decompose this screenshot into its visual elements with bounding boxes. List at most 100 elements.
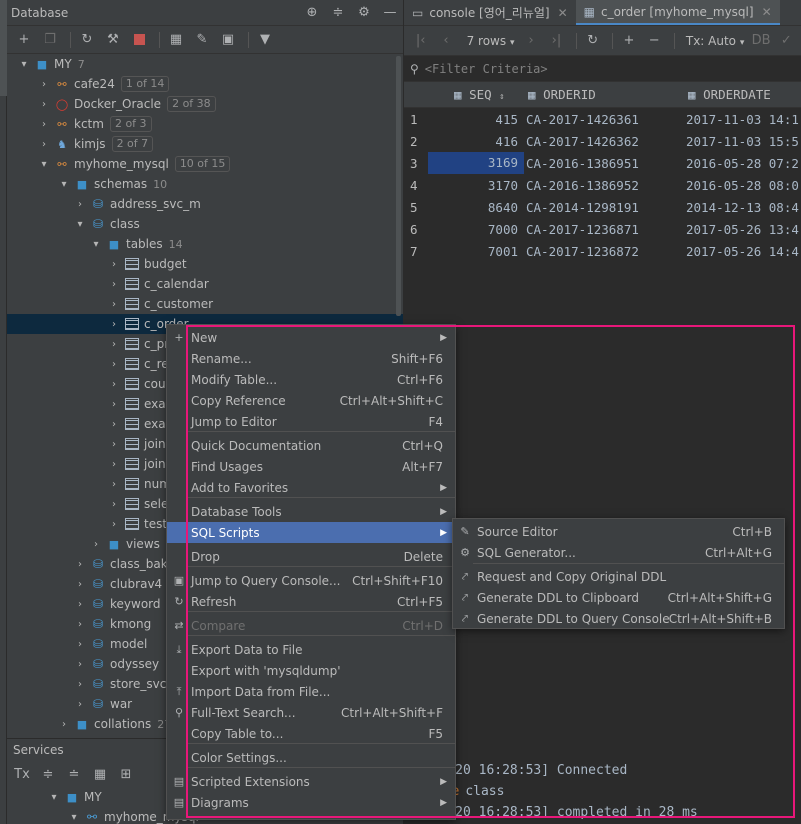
- menu-item-copy-reference[interactable]: Copy Reference Ctrl+Alt+Shift+C: [167, 390, 455, 411]
- tree-item-myhome-mysql[interactable]: ▾ ⚯ myhome_mysql 10 of 15: [7, 154, 403, 174]
- chevron-down-icon[interactable]: ▾: [73, 219, 87, 230]
- menu-item-rename[interactable]: Rename... Shift+F6: [167, 348, 455, 369]
- chevron-right-icon[interactable]: ›: [107, 419, 121, 430]
- tool-window-strip[interactable]: [0, 0, 7, 824]
- menu-item-copy-table-to[interactable]: Copy Table to... F5: [167, 723, 455, 744]
- copy-icon[interactable]: ❐: [39, 29, 61, 51]
- menu-item-export-with-mysqldump[interactable]: Export with 'mysqldump': [167, 660, 455, 681]
- tree-item-c-customer[interactable]: › c_customer: [7, 294, 403, 314]
- chevron-right-icon[interactable]: ›: [107, 319, 121, 330]
- menu-item-compare[interactable]: ⇄ Compare Ctrl+D: [167, 615, 455, 636]
- tree-item-class[interactable]: ▾ ⛁ class: [7, 214, 403, 234]
- table-cell[interactable]: 2016-05-28 07:2: [684, 156, 801, 171]
- table-row[interactable]: 1 415 CA-2017-1426361 2017-11-03 14:1: [404, 108, 801, 130]
- table-cell[interactable]: 2016-05-28 08:0: [684, 178, 801, 193]
- table-cell[interactable]: 416: [428, 134, 524, 149]
- close-icon[interactable]: ✕: [558, 6, 568, 20]
- tree-item-docker-oracle[interactable]: › ◯ Docker_Oracle 2 of 38: [7, 94, 403, 114]
- database-tool-tab[interactable]: [0, 0, 7, 96]
- tree-item-address-svc-m[interactable]: › ⛁ address_svc_m: [7, 194, 403, 214]
- table-cell[interactable]: 2017-05-26 13:4: [684, 222, 801, 237]
- tree-item-c-calendar[interactable]: › c_calendar: [7, 274, 403, 294]
- table-cell[interactable]: CA-2017-1426362: [524, 134, 684, 149]
- tree-item-kimjs[interactable]: › ♞ kimjs 2 of 7: [7, 134, 403, 154]
- tree-item-cafe24[interactable]: › ⚯ cafe24 1 of 14: [7, 74, 403, 94]
- table-row[interactable]: 2 416 CA-2017-1426362 2017-11-03 15:5: [404, 130, 801, 152]
- add-row-icon[interactable]: +: [618, 30, 639, 52]
- menu-item-find-usages[interactable]: Find Usages Alt+F7: [167, 456, 455, 477]
- filter-input[interactable]: <Filter Criteria>: [425, 62, 548, 76]
- menu-item-scripted-extensions[interactable]: ▤ Scripted Extensions ▶: [167, 771, 455, 792]
- expand-all-icon[interactable]: ≑: [37, 763, 59, 785]
- chevron-right-icon[interactable]: ›: [107, 259, 121, 270]
- table-editor-icon[interactable]: ▦: [165, 29, 187, 51]
- chevron-right-icon[interactable]: ›: [107, 379, 121, 390]
- table-cell[interactable]: CA-2016-1386952: [524, 178, 684, 193]
- table-row[interactable]: 4 3170 CA-2016-1386952 2016-05-28 08:0: [404, 174, 801, 196]
- table-cell[interactable]: 7000: [428, 222, 524, 237]
- menu-item-refresh[interactable]: ↻ Refresh Ctrl+F5: [167, 591, 455, 612]
- menu-item-full-text-search[interactable]: ⚲ Full-Text Search... Ctrl+Alt+Shift+F: [167, 702, 455, 723]
- chevron-down-icon[interactable]: ▾: [37, 159, 51, 170]
- tree-scrollbar[interactable]: [396, 56, 401, 316]
- table-cell[interactable]: CA-2017-1236871: [524, 222, 684, 237]
- gear-icon[interactable]: ⚙: [351, 5, 377, 20]
- menu-item-export-data-to-file[interactable]: ⤓ Export Data to File: [167, 639, 455, 660]
- menu-item-jump-to-query-console[interactable]: ▣ Jump to Query Console... Ctrl+Shift+F10: [167, 570, 455, 591]
- chevron-right-icon[interactable]: ›: [73, 679, 87, 690]
- chevron-right-icon[interactable]: ›: [73, 559, 87, 570]
- tree-item-tables[interactable]: ▾ ■ tables 14: [7, 234, 403, 254]
- tx-mode-selector[interactable]: Tx: Auto ▾: [686, 34, 745, 48]
- table-row[interactable]: 5 8640 CA-2014-1298191 2014-12-13 08:4: [404, 196, 801, 218]
- chevron-down-icon[interactable]: ▾: [89, 239, 103, 250]
- add-icon[interactable]: +: [13, 29, 35, 51]
- chevron-right-icon[interactable]: ›: [89, 539, 103, 550]
- data-grid[interactable]: ▦ SEQ ⇕ ▦ ORDERID ▦ ORDERDATE 1 415 CA-201…: [404, 82, 801, 262]
- column-header-orderdate[interactable]: ▦ ORDERDATE: [688, 87, 771, 102]
- chevron-down-icon[interactable]: ▾: [17, 59, 31, 70]
- table-cell[interactable]: 8640: [428, 200, 524, 215]
- tree-item-kctm[interactable]: › ⚯ kctm 2 of 3: [7, 114, 403, 134]
- chevron-right-icon[interactable]: ›: [73, 619, 87, 630]
- filter-bar[interactable]: ⚲ <Filter Criteria>: [404, 56, 801, 82]
- stop-icon[interactable]: [128, 29, 150, 51]
- chevron-right-icon[interactable]: ›: [37, 119, 51, 130]
- chevron-right-icon[interactable]: ›: [37, 139, 51, 150]
- commit-icon[interactable]: ✓: [776, 30, 797, 52]
- sql-console-icon[interactable]: ▣: [217, 29, 239, 51]
- menu-item-database-tools[interactable]: Database Tools ▶: [167, 501, 455, 522]
- chevron-right-icon[interactable]: ›: [73, 659, 87, 670]
- table-cell[interactable]: 3169: [428, 152, 524, 174]
- table-cell[interactable]: 3170: [428, 178, 524, 193]
- table-row[interactable]: 7 7001 CA-2017-1236872 2017-05-26 14:4: [404, 240, 801, 262]
- submenu-item-sql-generator[interactable]: ⚙ SQL Generator... Ctrl+Alt+G: [453, 542, 784, 563]
- chevron-right-icon[interactable]: ›: [107, 279, 121, 290]
- table-cell[interactable]: 2017-05-26 14:4: [684, 244, 801, 259]
- last-page-icon[interactable]: ›|: [546, 30, 567, 52]
- chevron-right-icon[interactable]: ›: [73, 639, 87, 650]
- table-row[interactable]: 6 7000 CA-2017-1236871 2017-05-26 13:4: [404, 218, 801, 240]
- column-header-seq[interactable]: ▦ SEQ ⇕: [454, 87, 505, 102]
- table-cell[interactable]: CA-2017-1236872: [524, 244, 684, 259]
- first-page-icon[interactable]: |‹: [410, 30, 431, 52]
- minimize-icon[interactable]: —: [377, 5, 403, 20]
- group-icon[interactable]: ▦: [89, 763, 111, 785]
- next-page-icon[interactable]: ›: [520, 30, 541, 52]
- chevron-right-icon[interactable]: ›: [107, 439, 121, 450]
- close-icon[interactable]: ✕: [762, 5, 772, 19]
- tree-item-budget[interactable]: › budget: [7, 254, 403, 274]
- chevron-down-icon[interactable]: ▾: [57, 179, 71, 190]
- chevron-right-icon[interactable]: ›: [73, 599, 87, 610]
- submenu-item-request-and-copy-original-ddl[interactable]: ⤤ Request and Copy Original DDL: [453, 566, 784, 587]
- layout-icon[interactable]: ⊞: [115, 763, 137, 785]
- chevron-right-icon[interactable]: ›: [73, 199, 87, 210]
- chevron-right-icon[interactable]: ›: [107, 499, 121, 510]
- submenu-item-generate-ddl-to-clipboard[interactable]: ⤤ Generate DDL to Clipboard Ctrl+Alt+Shift…: [453, 587, 784, 608]
- chevron-right-icon[interactable]: ›: [73, 579, 87, 590]
- chevron-right-icon[interactable]: ›: [73, 699, 87, 710]
- menu-item-import-data-from-file[interactable]: ⤒ Import Data from File...: [167, 681, 455, 702]
- menu-item-diagrams[interactable]: ▤ Diagrams ▶: [167, 792, 455, 813]
- tree-item-schemas[interactable]: ▾ ■ schemas 10: [7, 174, 403, 194]
- chevron-right-icon[interactable]: ›: [57, 719, 71, 730]
- tab-console[interactable]: ▭ console [영어_리뉴얼] ✕: [404, 0, 576, 25]
